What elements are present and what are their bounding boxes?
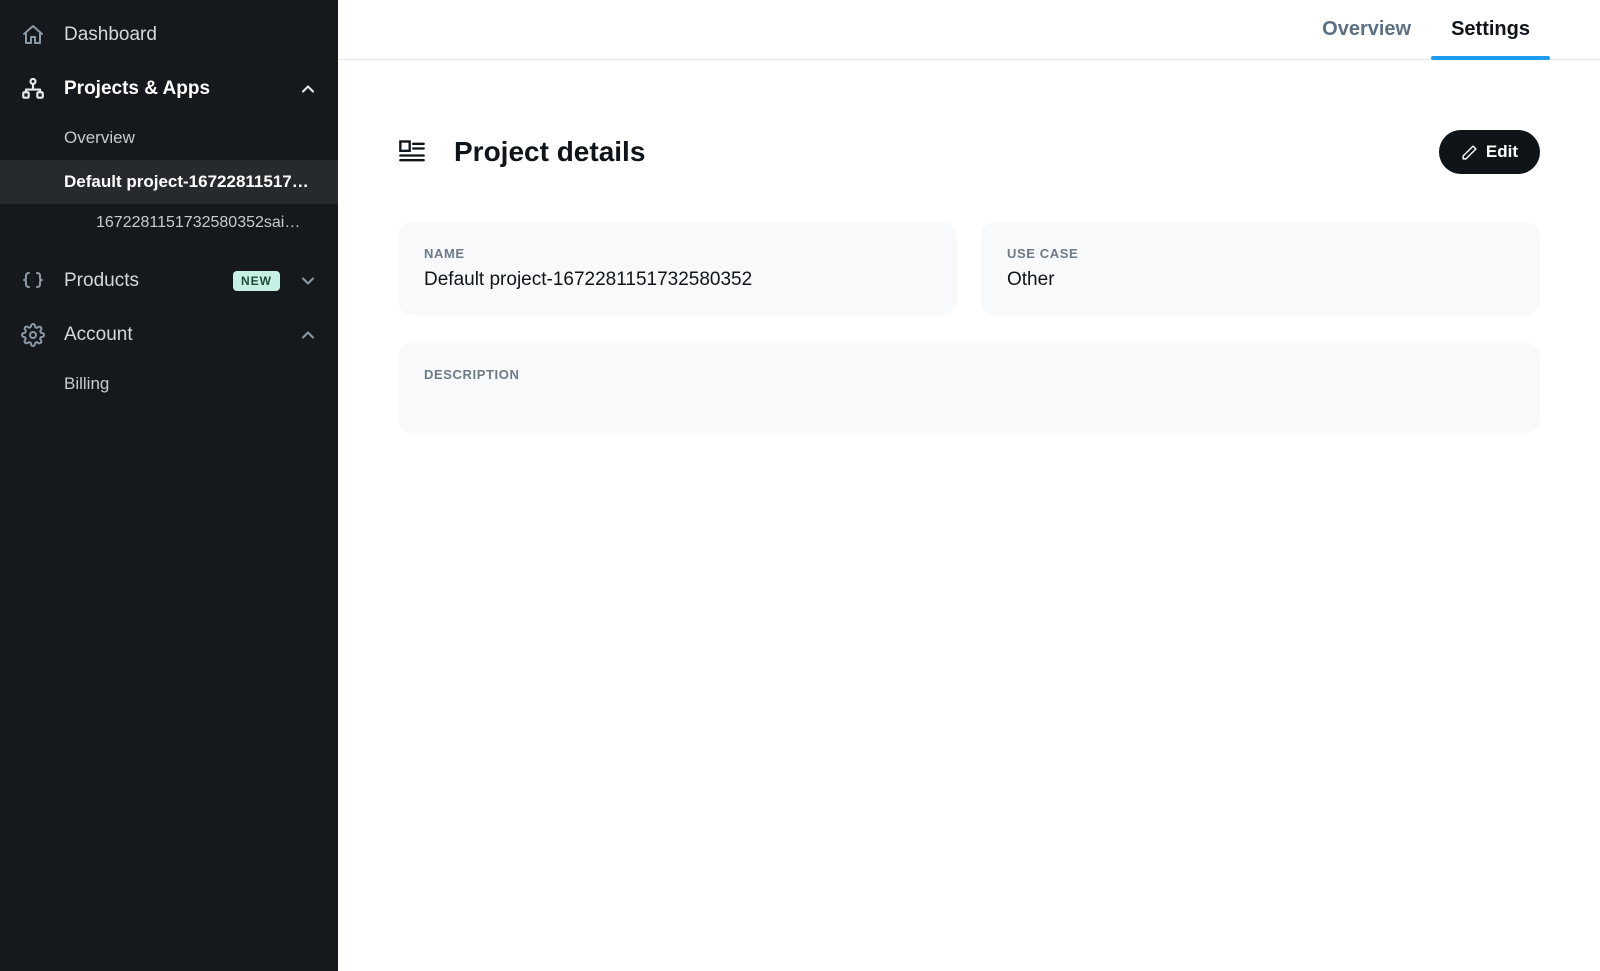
sidebar-item-label: Overview (64, 128, 135, 148)
sidebar-item-label: 1672281151732580352sai… (96, 214, 300, 232)
tab-settings[interactable]: Settings (1431, 0, 1550, 59)
sidebar-item-label: Account (64, 324, 280, 346)
sidebar-item-label: Dashboard (64, 24, 318, 46)
sidebar: Dashboard Projects & Apps Overview Defau… (0, 0, 338, 971)
sidebar-item-label: Products (64, 270, 215, 292)
main: Overview Settings Project details (338, 0, 1600, 971)
braces-icon (20, 268, 46, 294)
card-label: NAME (424, 246, 931, 261)
edit-button-label: Edit (1486, 142, 1518, 162)
card-description: DESCRIPTION (398, 343, 1540, 433)
tab-label: Settings (1451, 18, 1530, 41)
home-icon (20, 22, 46, 48)
chevron-down-icon (298, 271, 318, 291)
badge-new: NEW (233, 271, 280, 291)
sidebar-item-account[interactable]: Account (0, 308, 338, 362)
projects-icon (20, 76, 46, 102)
chevron-up-icon (298, 79, 318, 99)
sidebar-item-label: Billing (64, 374, 109, 394)
sidebar-item-default-project[interactable]: Default project-16722811517… (0, 160, 338, 204)
card-label: USE CASE (1007, 246, 1514, 261)
tab-label: Overview (1322, 18, 1411, 41)
sidebar-item-projects[interactable]: Projects & Apps (0, 62, 338, 116)
sidebar-item-billing[interactable]: Billing (0, 362, 338, 406)
section-header: Project details Edit (398, 130, 1540, 174)
tabbar: Overview Settings (338, 0, 1600, 60)
card-label: DESCRIPTION (424, 367, 1514, 382)
sidebar-item-dashboard[interactable]: Dashboard (0, 8, 338, 62)
chevron-up-icon (298, 325, 318, 345)
sidebar-item-label: Default project-16722811517… (64, 172, 309, 192)
edit-button[interactable]: Edit (1439, 130, 1540, 174)
card-value: Other (1007, 269, 1514, 291)
card-usecase: USE CASE Other (981, 222, 1540, 315)
sidebar-item-projects-overview[interactable]: Overview (0, 116, 338, 160)
project-details-icon (398, 138, 426, 166)
gear-icon (20, 322, 46, 348)
tab-overview[interactable]: Overview (1302, 0, 1431, 59)
card-value: Default project-1672281151732580352 (424, 269, 931, 291)
sidebar-item-label: Projects & Apps (64, 78, 280, 100)
content: Project details Edit NAME Default projec… (338, 60, 1600, 503)
sidebar-item-products[interactable]: Products NEW (0, 254, 338, 308)
sidebar-item-app[interactable]: 1672281151732580352sai… (0, 204, 338, 242)
cards-row: NAME Default project-1672281151732580352… (398, 222, 1540, 315)
card-name: NAME Default project-1672281151732580352 (398, 222, 957, 315)
pencil-icon (1461, 144, 1478, 161)
page-title: Project details (454, 136, 1411, 168)
